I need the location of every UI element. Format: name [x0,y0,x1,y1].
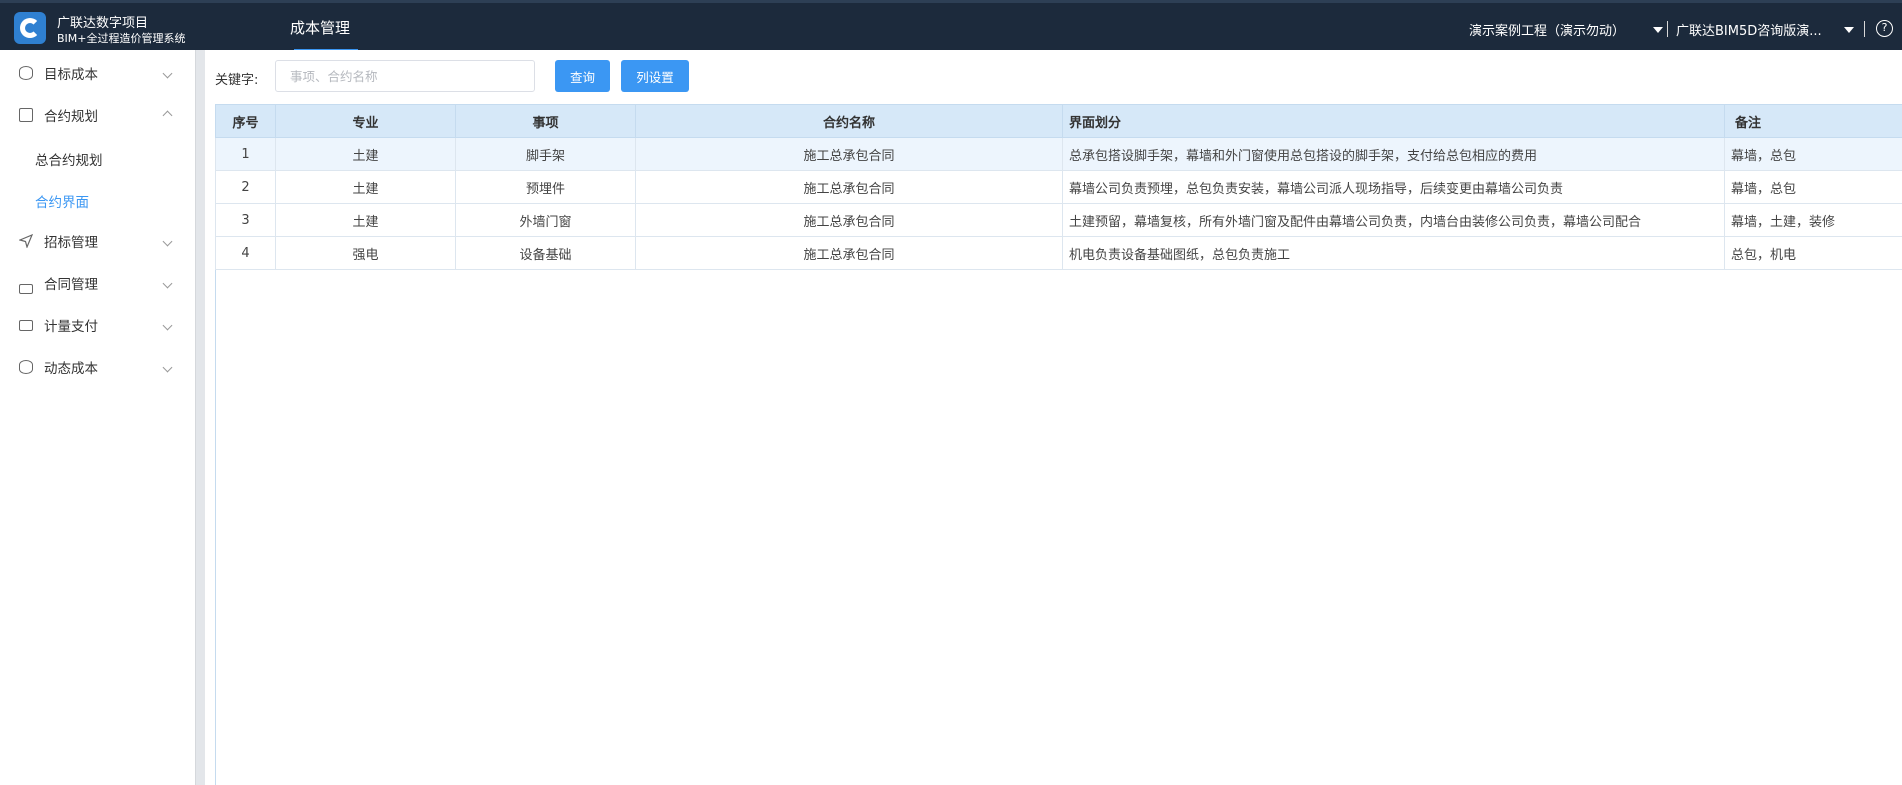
sidebar-subitem-contract-interface[interactable]: 合约界面 [35,191,89,211]
logo-icon [14,12,46,44]
document-icon [19,108,33,122]
top-bar: 广联达数字项目 BIM+全过程造价管理系统 成本管理 演示案例工程（演示勿动） … [0,0,1902,52]
cell-item: 外墙门窗 [455,203,636,237]
database-icon [19,66,33,80]
table-row[interactable]: 3 土建 外墙门窗 施工总承包合同 土建预留，幕墙复核，所有外墙门窗及配件由幕墙… [215,203,1902,237]
chevron-down-icon [162,362,173,372]
cell-interface-division: 幕墙公司负责预埋，总包负责安装，幕墙公司派人现场指导，后续变更由幕墙公司负责 [1062,170,1725,204]
sidebar-splitter[interactable] [195,50,205,785]
brand-subtitle: BIM+全过程造价管理系统 [57,32,186,45]
column-header-contract-name[interactable]: 合约名称 [635,104,1063,138]
company-selector[interactable]: 广联达BIM5D咨询版演... [1676,20,1822,39]
cell-index: 4 [215,236,276,270]
cell-discipline: 强电 [275,236,456,270]
sidebar-item-tender-management[interactable]: 招标管理 [0,223,195,259]
cell-interface-division: 土建预留，幕墙复核，所有外墙门窗及配件由幕墙公司负责，内墙台由装修公司负责，幕墙… [1062,203,1725,237]
cell-remarks: 幕墙，总包 [1724,137,1902,171]
cell-interface-division: 机电负责设备基础图纸，总包负责施工 [1062,236,1725,270]
sidebar-item-dynamic-cost[interactable]: 动态成本 [0,349,195,385]
cell-item: 脚手架 [455,137,636,171]
cell-discipline: 土建 [275,203,456,237]
cell-interface-division: 总承包搭设脚手架，幕墙和外门窗使用总包搭设的脚手架，支付给总包相应的费用 [1062,137,1725,171]
cell-remarks: 总包，机电 [1724,236,1902,270]
cell-item: 预埋件 [455,170,636,204]
cell-index: 3 [215,203,276,237]
cell-contract-name: 施工总承包合同 [635,170,1063,204]
company-dropdown-icon[interactable] [1844,27,1854,33]
cell-contract-name: 施工总承包合同 [635,137,1063,171]
sidebar-item-measurement-payment[interactable]: 计量支付 [0,307,195,343]
nav-tab-cost-management[interactable]: 成本管理 [290,17,350,38]
sidebar-item-contract-management[interactable]: 合同管理 [0,265,195,301]
table-row[interactable]: 1 土建 脚手架 施工总承包合同 总承包搭设脚手架，幕墙和外门窗使用总包搭设的脚… [215,137,1902,171]
sidebar-item-label: 合约规划 [44,109,98,125]
column-header-remarks[interactable]: 备注 [1724,104,1902,138]
sidebar-item-contract-planning[interactable]: 合约规划 [0,97,195,133]
table-row[interactable]: 4 强电 设备基础 施工总承包合同 机电负责设备基础图纸，总包负责施工 总包，机… [215,236,1902,270]
sidebar-item-label: 动态成本 [44,361,98,377]
sidebar-item-label: 计量支付 [44,319,98,335]
briefcase-icon [19,319,33,331]
sidebar: 目标成本 合约规划 总合约规划 合约界面 招标管理 合同管理 计量支付 动态成本 [0,50,195,785]
header-divider [1864,21,1865,37]
table-row[interactable]: 2 土建 预埋件 施工总承包合同 幕墙公司负责预埋，总包负责安装，幕墙公司派人现… [215,170,1902,204]
cell-discipline: 土建 [275,137,456,171]
column-header-interface-division[interactable]: 界面划分 [1062,104,1725,138]
project-selector[interactable]: 演示案例工程（演示勿动） [1469,20,1625,39]
sidebar-item-label: 合同管理 [44,277,98,293]
cell-contract-name: 施工总承包合同 [635,203,1063,237]
send-icon [18,233,34,249]
cell-remarks: 幕墙，总包 [1724,170,1902,204]
chevron-down-icon [162,68,173,78]
column-header-index[interactable]: 序号 [215,104,276,138]
help-icon[interactable]: ? [1876,20,1893,37]
chevron-up-icon [162,110,173,120]
cell-discipline: 土建 [275,170,456,204]
query-button[interactable]: 查询 [555,60,610,92]
table-header-row: 序号 专业 事项 合约名称 界面划分 备注 [215,104,1902,138]
main-content: 关键字: 查询 列设置 序号 专业 事项 合约名称 界面划分 备注 1 [205,50,1902,785]
cell-item: 设备基础 [455,236,636,270]
cell-remarks: 幕墙，土建，装修 [1724,203,1902,237]
contract-interface-table: 序号 专业 事项 合约名称 界面划分 备注 1 土建 脚手架 施工总承包合同 总… [215,104,1902,270]
keyword-label: 关键字: [215,73,259,88]
sidebar-item-target-cost[interactable]: 目标成本 [0,55,195,91]
column-header-item[interactable]: 事项 [455,104,636,138]
header-divider [1667,21,1668,37]
project-dropdown-icon[interactable] [1653,27,1663,33]
brand-title: 广联达数字项目 [57,16,149,31]
sidebar-item-label: 目标成本 [44,67,98,83]
column-settings-button[interactable]: 列设置 [621,60,689,92]
keyword-search-input[interactable] [275,60,535,92]
database-icon [19,360,33,374]
stack-icon [19,284,33,294]
sidebar-subitem-total-contract-planning[interactable]: 总合约规划 [35,149,103,169]
cell-contract-name: 施工总承包合同 [635,236,1063,270]
column-header-discipline[interactable]: 专业 [275,104,456,138]
cell-index: 2 [215,170,276,204]
chevron-down-icon [162,320,173,330]
chevron-down-icon [162,236,173,246]
cell-index: 1 [215,137,276,171]
chevron-down-icon [162,278,173,288]
sidebar-item-label: 招标管理 [44,235,98,251]
